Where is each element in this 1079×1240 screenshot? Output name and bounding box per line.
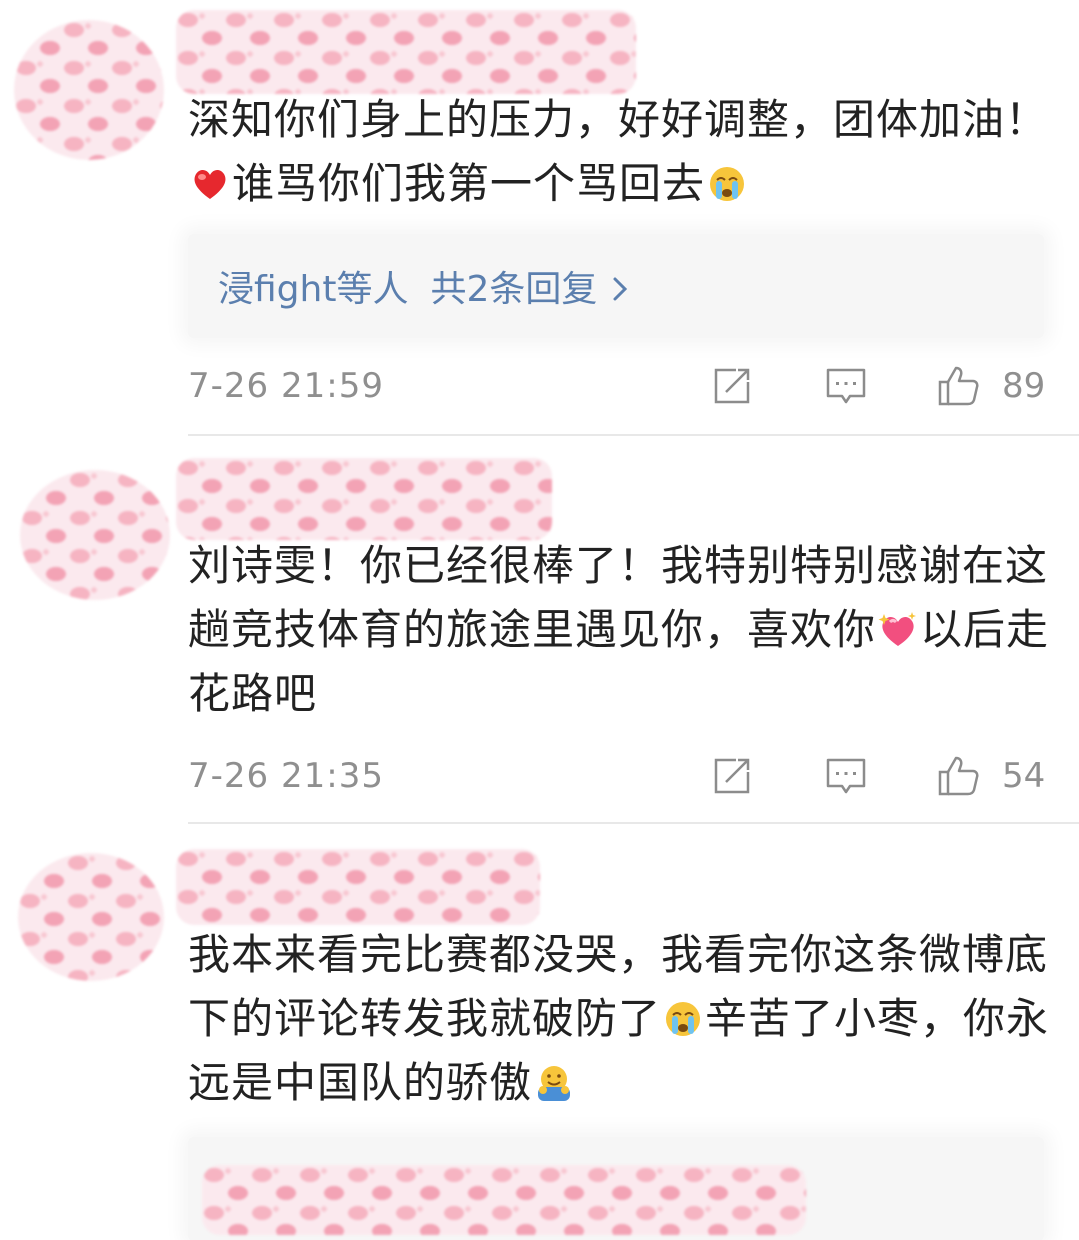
username[interactable] (176, 849, 540, 925)
reply-summary[interactable]: 浸fight等人 共2条回复 (218, 260, 631, 312)
comment-meta: 7-26 21:35 54 (188, 752, 1048, 802)
sparkling-heart-icon (878, 610, 918, 650)
avatar[interactable] (20, 470, 170, 600)
repost-icon[interactable] (710, 364, 754, 408)
avatar[interactable] (14, 20, 164, 160)
reply-preview[interactable]: 浸fight等人 共2条回复 (188, 234, 1044, 338)
divider (188, 434, 1079, 436)
like-thumb-icon[interactable] (936, 754, 980, 798)
reply-count[interactable]: 共2条回复 (430, 269, 597, 310)
comment-item: 刘诗雯！你已经很棒了！我特别特别感谢在这趟竞技体育的旅途里遇见你，喜欢你 以后走花… (0, 440, 1079, 825)
comment-text-part: 深知你们身上的压力，好好调整，团体加油！ (188, 95, 1049, 144)
username[interactable] (176, 458, 552, 540)
comment-icon[interactable] (824, 754, 868, 798)
red-heart-icon (190, 164, 230, 204)
comment-list: 深知你们身上的压力，好好调整，团体加油！ 谁骂你们我第一个骂回去 浸fight等人… (0, 0, 1079, 1240)
comment-icon[interactable] (824, 364, 868, 408)
reply-names[interactable]: 浸fight等人 (218, 269, 408, 310)
comment-text-part: 谁骂你们我第一个骂回去 (232, 159, 706, 208)
like-count[interactable]: 89 (1002, 366, 1045, 406)
crying-face-icon (707, 164, 747, 204)
reply-preview[interactable] (188, 1137, 1044, 1240)
username[interactable] (176, 10, 636, 94)
comment-timestamp: 7-26 21:35 (188, 756, 384, 796)
comment-item: 深知你们身上的压力，好好调整，团体加油！ 谁骂你们我第一个骂回去 浸fight等人… (0, 0, 1079, 440)
comment-text-part: 刘诗雯！你已经很棒了！我特别特别感谢在这趟竞技体育的旅途里遇见你，喜欢你 (188, 541, 1049, 654)
comment-text: 深知你们身上的压力，好好调整，团体加油！ 谁骂你们我第一个骂回去 (188, 88, 1058, 216)
repost-icon[interactable] (710, 754, 754, 798)
divider (188, 822, 1079, 824)
comment-timestamp: 7-26 21:59 (188, 366, 384, 406)
crying-face-icon (663, 999, 703, 1039)
like-thumb-icon[interactable] (936, 364, 980, 408)
avatar[interactable] (18, 853, 164, 981)
comment-meta: 7-26 21:59 89 (188, 362, 1048, 412)
masked-reply[interactable] (202, 1165, 806, 1235)
hugging-face-icon (534, 1063, 574, 1103)
comment-text: 我本来看完比赛都没哭，我看完你这条微博底下的评论转发我就破防了 辛苦了小枣，你永远… (188, 923, 1058, 1115)
comment-text: 刘诗雯！你已经很棒了！我特别特别感谢在这趟竞技体育的旅途里遇见你，喜欢你 以后走花… (188, 534, 1058, 726)
like-count[interactable]: 54 (1002, 756, 1045, 796)
comment-item: 我本来看完比赛都没哭，我看完你这条微博底下的评论转发我就破防了 辛苦了小枣，你永远… (0, 825, 1079, 1240)
chevron-right-icon (613, 277, 628, 301)
